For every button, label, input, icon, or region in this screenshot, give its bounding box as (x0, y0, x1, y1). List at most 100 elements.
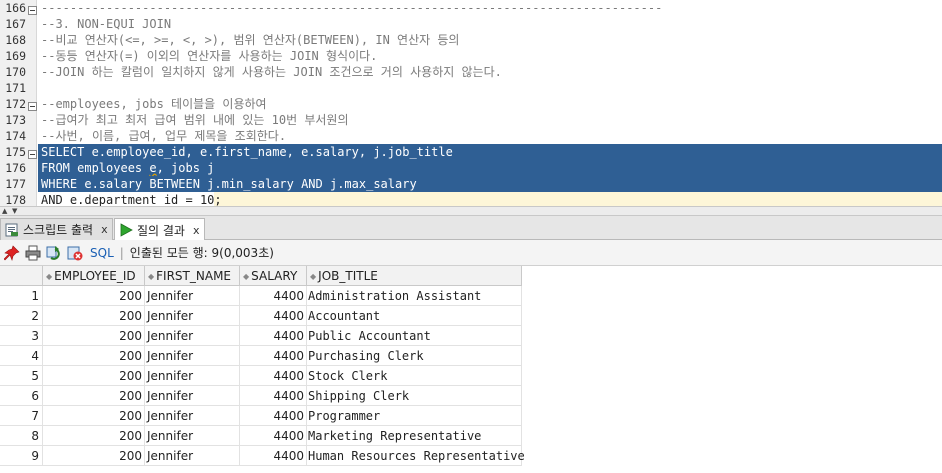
code-text: WHERE e.salary BETWEEN j.min_salary AND … (41, 177, 417, 191)
table-row[interactable]: 9 200 Jennifer 4400 Human Resources Represen… (0, 446, 525, 466)
code-line[interactable]: 176 FROM employees e, jobs j (0, 160, 942, 176)
cell-first-name[interactable]: Jennifer (145, 366, 240, 386)
sort-icon: ◆ (310, 272, 317, 281)
code-line[interactable]: 167 --3. NON-EQUI JOIN (0, 16, 942, 32)
row-number: 6 (0, 386, 43, 406)
cell-job-title[interactable]: Shipping Clerk (307, 386, 522, 406)
tab-script-output-close-icon[interactable]: x (101, 223, 108, 236)
code-line[interactable]: 173 --급여가 최고 최저 급여 범위 내에 있는 10번 부서원의 (0, 112, 942, 128)
cell-employee-id[interactable]: 200 (43, 406, 145, 426)
fold-icon[interactable] (28, 3, 37, 15)
pin-icon[interactable] (3, 244, 21, 262)
code-line[interactable]: 172 --employees, jobs 테이블을 이용하여 (0, 96, 942, 112)
cell-job-title[interactable]: Purchasing Clerk (307, 346, 522, 366)
collapse-up-icon[interactable]: ▲ (2, 208, 7, 215)
cell-job-title[interactable]: Administration Assistant (307, 286, 522, 306)
line-number: 178 (5, 193, 26, 206)
table-row[interactable]: 2 200 Jennifer 4400 Accountant (0, 306, 522, 326)
cell-job-title[interactable]: Marketing Representative (307, 426, 522, 446)
cell-first-name[interactable]: Jennifer (145, 346, 240, 366)
cell-first-name[interactable]: Jennifer (145, 386, 240, 406)
fetch-status: 인출된 모든 행: 9(0,003초) (129, 246, 274, 260)
lint-warning-marker: e (149, 161, 157, 175)
table-row[interactable]: 6 200 Jennifer 4400 Shipping Clerk (0, 386, 522, 406)
cell-employee-id[interactable]: 200 (43, 306, 145, 326)
column-header-job-title[interactable]: ◆ JOB_TITLE (307, 266, 522, 286)
row-number: 1 (0, 286, 43, 306)
code-text: --JOIN 하는 칼럼이 일치하지 않게 사용하는 JOIN 조건으로 거의 … (41, 65, 502, 79)
cell-first-name[interactable]: Jennifer (145, 286, 240, 306)
cell-job-title[interactable]: Programmer (307, 406, 522, 426)
code-line[interactable]: 169 --동등 연산자(=) 이외의 연산자를 사용하는 JOIN 형식이다. (0, 48, 942, 64)
cell-job-title[interactable]: Public Accountant (307, 326, 522, 346)
code-line[interactable]: 171 (0, 80, 942, 96)
cell-job-title[interactable]: Accountant (307, 306, 522, 326)
panel-splitter[interactable]: ▲ ▼ (0, 206, 942, 216)
result-grid[interactable]: ◆ EMPLOYEE_ID ◆ FIRST_NAME ◆ SALARY ◆ JOB_TI… (0, 266, 942, 473)
table-row[interactable]: 4 200 Jennifer 4400 Purchasing Clerk (0, 346, 522, 366)
line-number: 172 (5, 97, 26, 111)
cell-first-name[interactable]: Jennifer (145, 326, 240, 346)
cell-employee-id[interactable]: 200 (43, 286, 145, 306)
cell-salary[interactable]: 4400 (240, 286, 307, 306)
cell-salary[interactable]: 4400 (240, 366, 307, 386)
row-number: 3 (0, 326, 43, 346)
tab-query-result[interactable]: 질의 결과 x (114, 218, 205, 241)
line-number: 173 (5, 113, 26, 127)
cell-job-title[interactable]: Stock Clerk (307, 366, 522, 386)
cell-first-name[interactable]: Jennifer (145, 426, 240, 446)
table-row[interactable]: 1 200 Jennifer 4400 Administration Assistant (0, 286, 522, 306)
code-line[interactable]: 177 WHERE e.salary BETWEEN j.min_salary A… (0, 176, 942, 192)
table-row[interactable]: 8 200 Jennifer 4400 Marketing Representative (0, 426, 522, 446)
line-number: 174 (5, 129, 26, 143)
code-line[interactable]: 174 --사번, 이름, 급여, 업무 제목을 조회한다. (0, 128, 942, 144)
table-row[interactable]: 5 200 Jennifer 4400 Stock Clerk (0, 366, 522, 386)
fold-icon[interactable] (28, 147, 37, 159)
column-header-employee-id[interactable]: ◆ EMPLOYEE_ID (43, 266, 145, 286)
code-line[interactable]: 175 SELECT e.employee_id, e.first_name, e… (0, 144, 942, 160)
collapse-down-icon[interactable]: ▼ (12, 208, 17, 215)
refresh-icon[interactable] (45, 244, 63, 262)
table-row[interactable]: 3 200 Jennifer 4400 Public Accountant (0, 326, 522, 346)
row-number: 9 (0, 446, 43, 466)
cell-first-name[interactable]: Jennifer (145, 446, 240, 466)
cell-employee-id[interactable]: 200 (43, 446, 145, 466)
code-text: SELECT e.employee_id, e.first_name, e.sa… (41, 145, 453, 159)
cell-employee-id[interactable]: 200 (43, 326, 145, 346)
column-header-first-name[interactable]: ◆ FIRST_NAME (145, 266, 240, 286)
cell-employee-id[interactable]: 200 (43, 366, 145, 386)
cell-first-name[interactable]: Jennifer (145, 306, 240, 326)
column-header-salary[interactable]: ◆ SALARY (240, 266, 307, 286)
cell-employee-id[interactable]: 200 (43, 426, 145, 446)
line-number: 177 (5, 177, 26, 191)
code-text: --사번, 이름, 급여, 업무 제목을 조회한다. (41, 129, 287, 143)
code-line[interactable]: 178 AND e.department_id = 10; (0, 192, 942, 206)
code-text: --동등 연산자(=) 이외의 연산자를 사용하는 JOIN 형식이다. (41, 49, 378, 63)
cell-first-name[interactable]: Jennifer (145, 406, 240, 426)
cell-salary[interactable]: 4400 (240, 326, 307, 346)
tab-script-output[interactable]: 스크립트 출력 x (0, 218, 113, 240)
cell-salary[interactable]: 4400 (240, 306, 307, 326)
sql-editor[interactable]: 166 -------------------------------------… (0, 0, 942, 206)
cancel-fetch-icon[interactable] (66, 244, 84, 262)
line-number: 169 (5, 49, 26, 63)
tab-query-result-close-icon[interactable]: x (193, 224, 200, 237)
row-number-header (0, 266, 43, 286)
cell-salary[interactable]: 4400 (240, 406, 307, 426)
result-toolbar: SQL | 인출된 모든 행: 9(0,003초) (0, 240, 942, 266)
print-icon[interactable] (24, 244, 42, 262)
fold-icon[interactable] (28, 99, 37, 111)
cell-salary[interactable]: 4400 (240, 446, 307, 466)
cell-job-title[interactable]: Human Resources Representative (307, 446, 525, 466)
code-line[interactable]: 168 --비교 연산자(<=, >=, <, >), 범위 연산자(BETWEE… (0, 32, 942, 48)
code-line[interactable]: 166 -------------------------------------… (0, 0, 942, 16)
code-line[interactable]: 170 --JOIN 하는 칼럼이 일치하지 않게 사용하는 JOIN 조건으로 … (0, 64, 942, 80)
cell-salary[interactable]: 4400 (240, 346, 307, 366)
cell-salary[interactable]: 4400 (240, 386, 307, 406)
sql-button[interactable]: SQL (90, 246, 114, 260)
cell-employee-id[interactable]: 200 (43, 386, 145, 406)
cell-employee-id[interactable]: 200 (43, 346, 145, 366)
code-text: --급여가 최고 최저 급여 범위 내에 있는 10번 부서원의 (41, 113, 349, 127)
cell-salary[interactable]: 4400 (240, 426, 307, 446)
table-row[interactable]: 7 200 Jennifer 4400 Programmer (0, 406, 522, 426)
